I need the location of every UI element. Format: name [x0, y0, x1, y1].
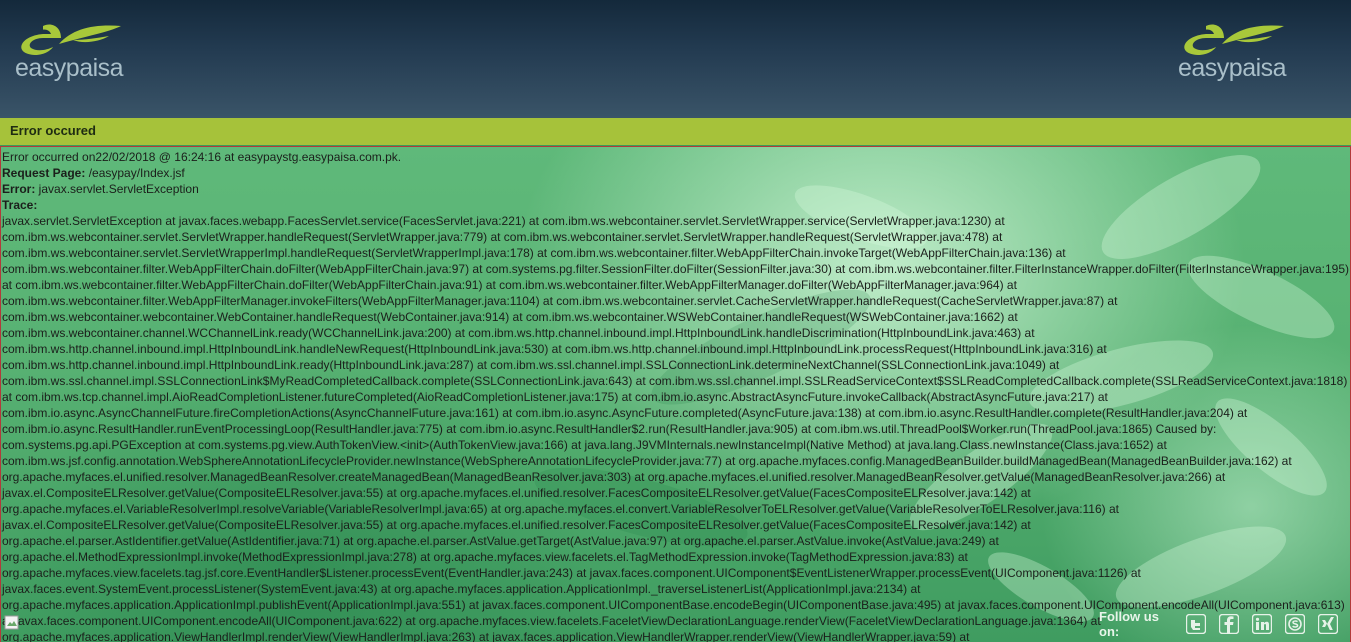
title-bar: Error occured	[0, 118, 1351, 145]
follow-us: Follow us on:	[1099, 609, 1351, 639]
easypaisa-logo[interactable]: easypaisa	[13, 14, 133, 86]
trace-line: javax.el.CompositeELResolver.getValue(Co…	[2, 518, 1031, 532]
trace-line: javax.el.CompositeELResolver.getValue(Co…	[2, 486, 1031, 500]
trace-line: javax.servlet.ServletException at javax.…	[2, 214, 1005, 228]
trace-line: org.apache.el.MethodExpressionImpl.invok…	[2, 550, 968, 564]
twitter-icon[interactable]	[1185, 613, 1207, 635]
trace-line: at com.ibm.ws.webcontainer.filter.WebApp…	[2, 278, 1017, 292]
trace-line: com.ibm.io.async.AsyncChannelFuture.fire…	[2, 406, 1248, 420]
facebook-icon[interactable]	[1218, 613, 1240, 635]
linkedin-icon[interactable]	[1251, 613, 1273, 635]
request-page-label: Request Page:	[2, 166, 86, 180]
follow-us-label: Follow us on:	[1099, 609, 1159, 639]
trace-line: org.apache.myfaces.el.VariableResolverIm…	[2, 502, 1119, 516]
error-panel: Error occurred on22/02/2018 @ 16:24:16 a…	[0, 146, 1351, 642]
trace-line: com.systems.pg.api.PGException at com.sy…	[2, 438, 1167, 452]
error-value: javax.servlet.ServletException	[35, 182, 199, 196]
easypaisa-logo-right[interactable]: easypaisa	[1176, 14, 1296, 86]
trace-line: com.ibm.ws.webcontainer.servlet.ServletW…	[2, 230, 1003, 244]
error-label: Error:	[2, 182, 36, 196]
trace-label: Trace:	[2, 198, 38, 212]
error-row: Error: javax.servlet.ServletException	[2, 181, 1350, 197]
trace-line: com.ibm.ws.webcontainer.webcontainer.Web…	[2, 310, 1018, 324]
easypaisa-logo-text: easypaisa	[1178, 54, 1287, 82]
trace-line: com.ibm.io.async.ResultHandler.runEventP…	[2, 422, 1217, 436]
trace-line: com.ibm.ws.webcontainer.servlet.ServletW…	[2, 246, 1066, 260]
request-page-value: /easypay/Index.jsf	[85, 166, 185, 180]
trace-line: javax.faces.event.SystemEvent.processLis…	[2, 582, 921, 596]
trace-line: org.apache.el.parser.AstIdentifier.getVa…	[2, 534, 999, 548]
page-title: Error occured	[10, 123, 96, 138]
error-text: Error occurred on22/02/2018 @ 16:24:16 a…	[2, 149, 1350, 642]
trace-line: com.ibm.ws.webcontainer.channel.WCChanne…	[2, 326, 1035, 340]
trace-line: org.apache.myfaces.el.unified.resolver.M…	[2, 470, 1226, 484]
error-summary: Error occurred on22/02/2018 @ 16:24:16 a…	[2, 150, 402, 164]
trace-label-row: Trace:	[2, 197, 1350, 213]
trace-line: com.ibm.ws.http.channel.inbound.impl.Htt…	[2, 358, 1060, 372]
skype-icon[interactable]	[1284, 613, 1306, 635]
trace-line: com.ibm.ws.http.channel.inbound.impl.Htt…	[2, 342, 1107, 356]
stack-trace: javax.servlet.ServletException at javax.…	[2, 213, 1350, 642]
trace-line: at com.ibm.ws.tcp.channel.impl.AioReadCo…	[2, 390, 1108, 404]
easypaisa-logo-mark	[21, 24, 121, 55]
trace-line: com.ibm.ws.webcontainer.filter.WebAppFil…	[2, 262, 1350, 276]
header: easypaisa easypaisa	[0, 0, 1351, 118]
easypaisa-logo-mark	[1184, 24, 1284, 55]
broken-image-icon	[4, 615, 20, 631]
request-page-row: Request Page: /easypay/Index.jsf	[2, 165, 1350, 181]
trace-line: com.ibm.ws.jsf.config.annotation.WebSphe…	[2, 454, 1292, 468]
trace-line: com.ibm.ws.ssl.channel.impl.SSLConnectio…	[2, 374, 1348, 388]
trace-line: org.apache.myfaces.view.facelets.tag.jsf…	[2, 566, 1141, 580]
trace-line: com.ibm.ws.webcontainer.filter.WebAppFil…	[2, 294, 1118, 308]
xing-icon[interactable]	[1317, 613, 1339, 635]
easypaisa-logo-text: easypaisa	[15, 54, 124, 82]
